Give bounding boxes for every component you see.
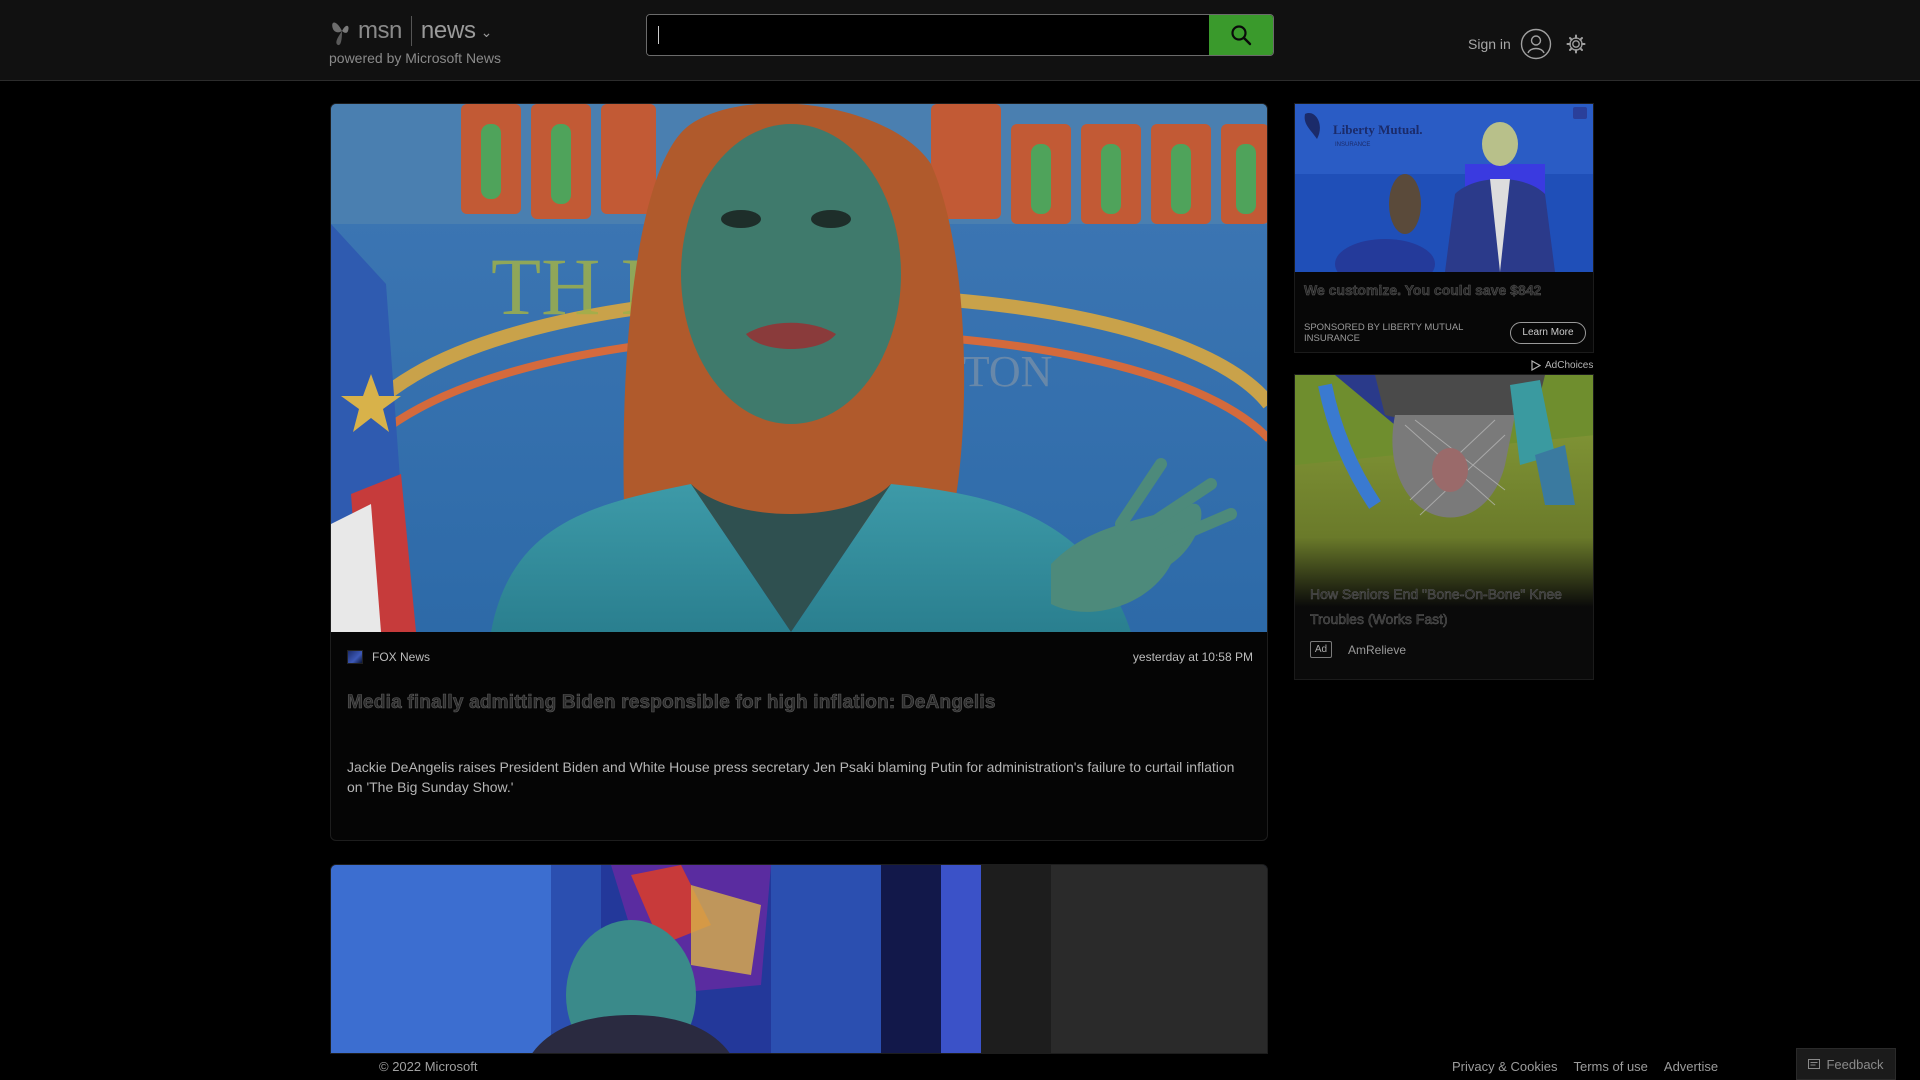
search-icon: [1231, 25, 1252, 46]
article-meta: FOX News yesterday at 10:58 PM: [347, 648, 1253, 668]
article-summary: Jackie DeAngelis raises President Biden …: [347, 759, 1235, 795]
brand-tagline: powered by Microsoft News: [329, 50, 501, 66]
ad1-sponsor-label: SPONSORED BY LIBERTY MUTUAL INSURANCE: [1304, 322, 1464, 344]
advertise-link[interactable]: Advertise: [1664, 1059, 1718, 1074]
source-name[interactable]: FOX News: [372, 650, 430, 664]
top-header: msn news ⌄ powered by Microsoft News Sig…: [0, 0, 1920, 81]
sponsored-ad-1[interactable]: Liberty Mutual. INSURANCE We customize. …: [1294, 103, 1594, 353]
footer-links: Privacy & Cookies Terms of use Advertise: [1452, 1059, 1718, 1074]
ad-info-badge-icon[interactable]: [1573, 107, 1587, 119]
brand-logo[interactable]: msn news ⌄ powered by Microsoft News: [328, 14, 501, 66]
chevron-down-icon[interactable]: ⌄: [481, 24, 493, 41]
section-name[interactable]: news: [421, 17, 476, 45]
adchoices-icon: [1531, 360, 1541, 371]
feedback-button[interactable]: Feedback: [1796, 1048, 1896, 1080]
ad-label-badge: Ad: [1310, 641, 1332, 658]
brand-msn-text: msn: [358, 17, 402, 44]
privacy-cookies-link[interactable]: Privacy & Cookies: [1452, 1059, 1557, 1074]
ad1-brand-logo-text: Liberty Mutual.: [1333, 122, 1423, 137]
search-input[interactable]: [647, 15, 1209, 55]
terms-of-use-link[interactable]: Terms of use: [1573, 1059, 1647, 1074]
ad1-image[interactable]: Liberty Mutual. INSURANCE: [1295, 104, 1593, 272]
article-card-2[interactable]: [330, 864, 1268, 1054]
ad1-brand-sub: INSURANCE: [1335, 142, 1370, 148]
ad2-title[interactable]: How Seniors End "Bone-On-Bone" Knee Trou…: [1310, 582, 1580, 632]
article-card[interactable]: TH E HOUS GTON FOX: [330, 103, 1268, 841]
article-hero-image[interactable]: TH E HOUS GTON: [331, 104, 1267, 632]
search-button[interactable]: [1209, 15, 1273, 55]
search-box: [646, 14, 1274, 56]
learn-more-button[interactable]: Learn More: [1510, 322, 1586, 344]
article-headline[interactable]: Media finally admitting Biden responsibl…: [347, 692, 1253, 714]
adchoices-label: AdChoices: [1545, 360, 1594, 371]
ad2-advertiser[interactable]: AmRelieve: [1348, 643, 1406, 657]
ad2-image[interactable]: [1295, 375, 1593, 607]
article-2-image: [331, 865, 1267, 1053]
press-briefing-photo: TH E HOUS GTON: [331, 104, 1267, 632]
sponsored-ad-2[interactable]: How Seniors End "Bone-On-Bone" Knee Trou…: [1294, 374, 1594, 680]
article-timestamp: yesterday at 10:58 PM: [1132, 650, 1253, 664]
user-avatar-icon[interactable]: [1520, 28, 1552, 60]
ad1-title[interactable]: We customize. You could save $842: [1304, 282, 1542, 299]
sign-in-link[interactable]: Sign in: [1468, 36, 1511, 52]
footer-copyright: © 2022 Microsoft: [379, 1059, 478, 1074]
gear-icon[interactable]: [1566, 34, 1586, 54]
feedback-icon: [1808, 1059, 1821, 1069]
feedback-label: Feedback: [1826, 1056, 1884, 1072]
source-logo-icon: [347, 650, 363, 664]
butterfly-icon: [332, 22, 349, 46]
adchoices-link[interactable]: AdChoices: [1530, 360, 1593, 371]
text-caret: [658, 26, 659, 44]
brand-divider: [410, 16, 412, 46]
